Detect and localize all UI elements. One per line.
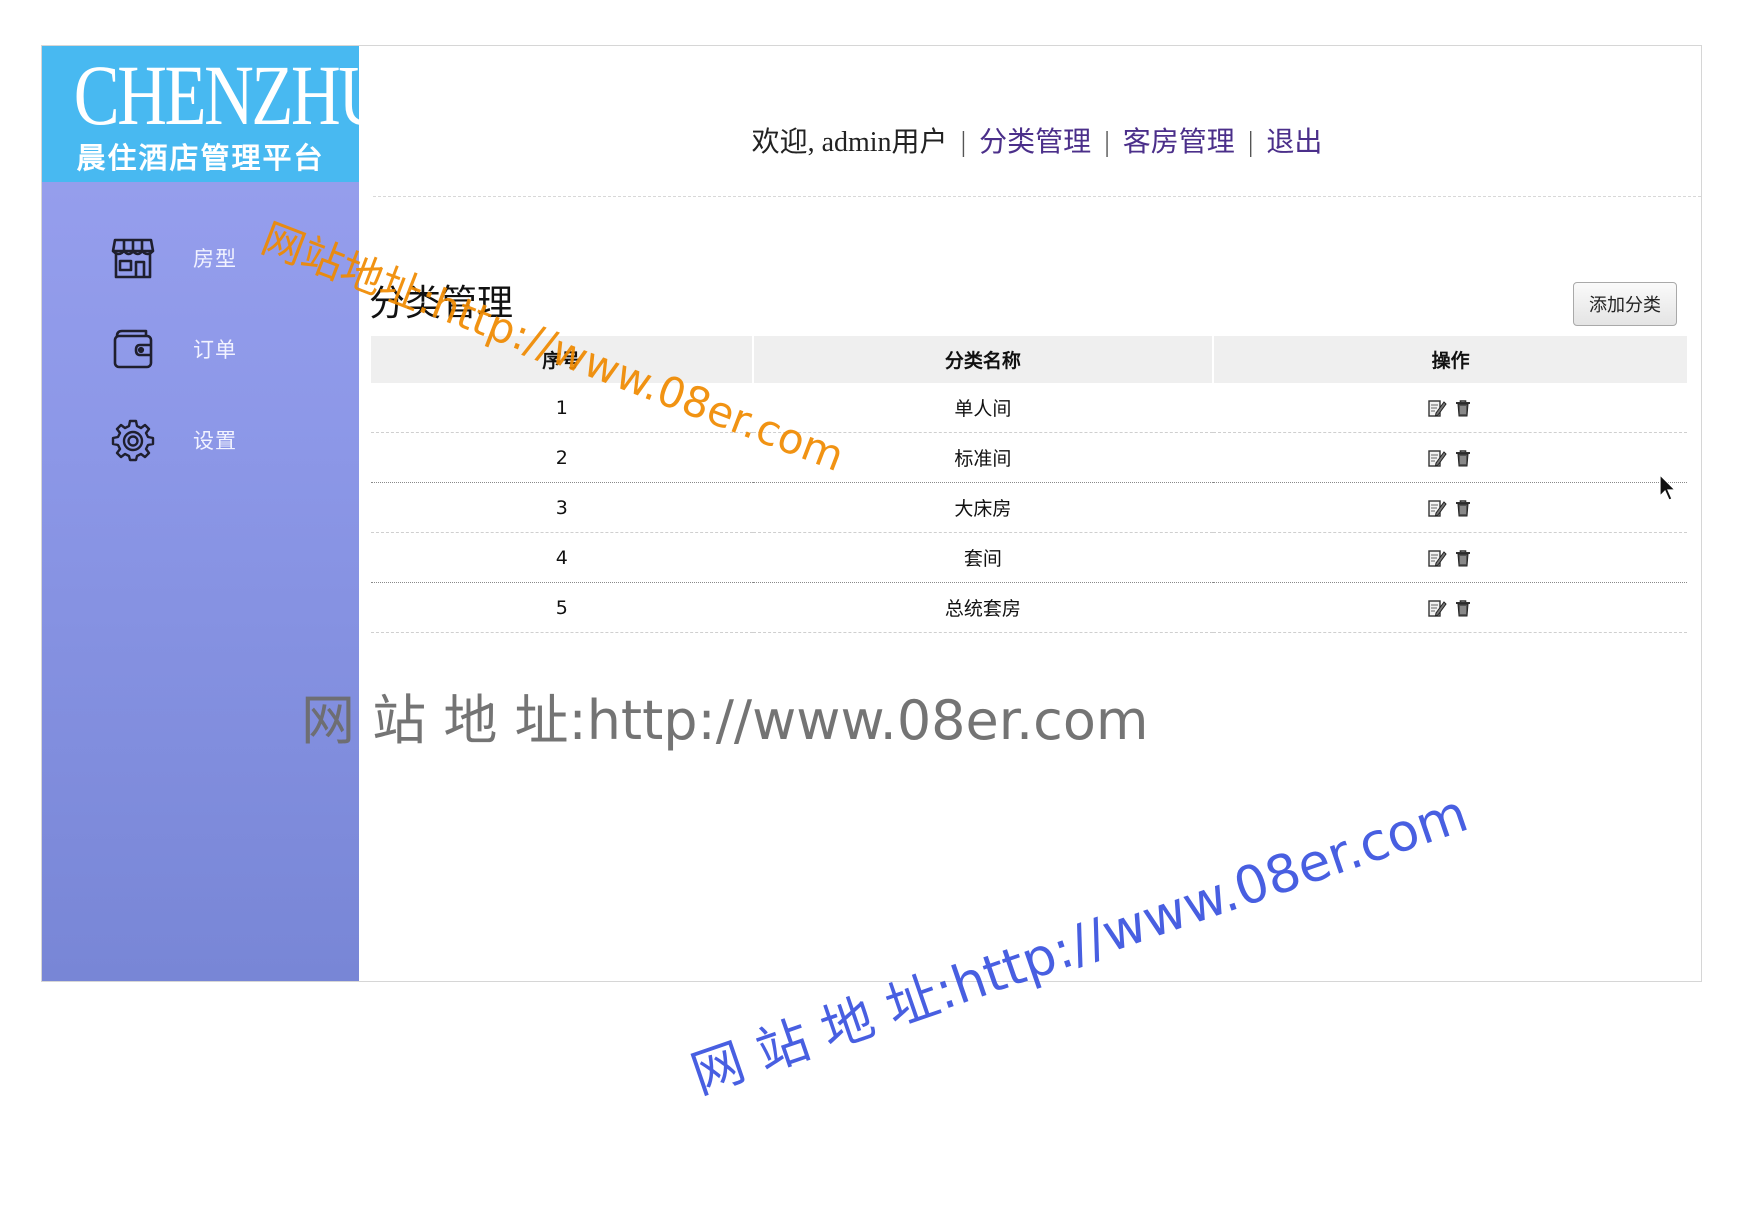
edit-icon[interactable] xyxy=(1427,448,1447,468)
cell-actions xyxy=(1213,532,1687,583)
trash-icon[interactable] xyxy=(1453,548,1473,568)
sidebar-item-label: 订单 xyxy=(193,338,237,362)
cell-category-name: 套间 xyxy=(752,532,1214,583)
sidebar-item-settings[interactable]: 设置 xyxy=(42,408,359,499)
table-row: 2 标准间 xyxy=(371,432,1687,483)
sidebar-item-label: 设置 xyxy=(193,429,237,453)
cell-index: 2 xyxy=(371,432,753,483)
header-nav: 欢迎, admin用户 | 分类管理 | 客房管理 | 退出 xyxy=(373,120,1701,160)
wallet-icon xyxy=(113,329,153,369)
trash-icon[interactable] xyxy=(1453,398,1473,418)
sidebar-item-label: 房型 xyxy=(193,247,237,271)
table-row: 4 套间 xyxy=(371,532,1687,583)
cell-actions xyxy=(1213,482,1687,533)
table-row: 1 单人间 xyxy=(371,383,1687,433)
cell-actions xyxy=(1213,383,1687,433)
edit-icon[interactable] xyxy=(1427,498,1447,518)
nav-link-category[interactable]: 分类管理 xyxy=(979,127,1091,158)
logo-title: CHENZHU xyxy=(73,47,388,143)
add-category-button[interactable]: 添加分类 xyxy=(1573,282,1677,326)
trash-icon[interactable] xyxy=(1453,498,1473,518)
cell-actions xyxy=(1213,432,1687,483)
cell-actions xyxy=(1213,582,1687,633)
trash-icon[interactable] xyxy=(1453,598,1473,618)
edit-icon[interactable] xyxy=(1427,548,1447,568)
nav-separator: | xyxy=(1104,127,1110,158)
nav-link-rooms[interactable]: 客房管理 xyxy=(1123,127,1235,158)
header-bar: 欢迎, admin用户 | 分类管理 | 客房管理 | 退出 xyxy=(373,46,1701,197)
edit-icon[interactable] xyxy=(1427,398,1447,418)
main-content: 欢迎, admin用户 | 分类管理 | 客房管理 | 退出 分类管理 添加分类… xyxy=(359,46,1701,981)
nav-separator: | xyxy=(1247,127,1254,158)
nav-link-logout[interactable]: 退出 xyxy=(1266,127,1322,158)
mouse-cursor-icon xyxy=(1659,474,1677,501)
gear-icon xyxy=(111,419,155,462)
sidebar: CHENZHU 晨住酒店管理平台 房型 订单 设置 xyxy=(42,46,388,981)
logo-subtitle: 晨住酒店管理平台 xyxy=(76,141,325,175)
sidebar-item-orders[interactable]: 订单 xyxy=(42,317,359,408)
watermark: 网 站 地 址:http://www.08er.com xyxy=(301,689,1149,752)
table-row: 3 大床房 xyxy=(371,482,1687,533)
nav-separator: | xyxy=(960,127,967,158)
store-icon xyxy=(111,238,155,279)
trash-icon[interactable] xyxy=(1453,448,1473,468)
column-header-name: 分类名称 xyxy=(751,336,1214,383)
logo: CHENZHU 晨住酒店管理平台 xyxy=(42,46,388,182)
table-row: 5 总统套房 xyxy=(371,582,1687,633)
column-header-actions: 操作 xyxy=(1212,336,1687,383)
cell-index: 3 xyxy=(371,482,753,533)
cell-category-name: 大床房 xyxy=(752,482,1214,533)
edit-icon[interactable] xyxy=(1427,598,1447,618)
cell-index: 5 xyxy=(371,582,753,633)
cell-category-name: 总统套房 xyxy=(752,582,1214,633)
welcome-text: 欢迎, admin用户 xyxy=(751,127,948,158)
cell-index: 4 xyxy=(371,532,753,583)
